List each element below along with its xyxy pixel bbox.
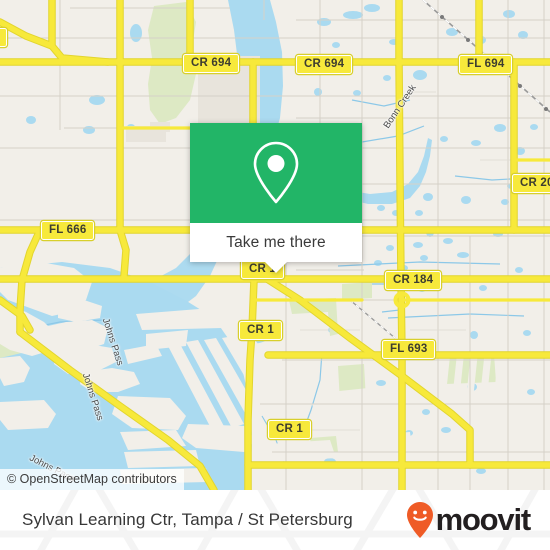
road-shield[interactable]: 4 xyxy=(0,28,7,47)
moovit-smile-pin-icon xyxy=(406,502,433,538)
take-me-there-label: Take me there xyxy=(226,233,326,251)
moovit-map-screenshot: 4 CR 694 CR 694 FL 694 CR 202 FL 666 CR … xyxy=(0,0,550,550)
osm-attribution[interactable]: © OpenStreetMap contributors xyxy=(0,469,184,490)
footer-bar: Sylvan Learning Ctr, Tampa / St Petersbu… xyxy=(0,490,550,550)
road-shield[interactable]: CR 184 xyxy=(385,271,442,290)
callout-tail xyxy=(265,262,287,273)
road-shield[interactable]: FL 694 xyxy=(459,55,513,74)
map-canvas[interactable]: 4 CR 694 CR 694 FL 694 CR 202 FL 666 CR … xyxy=(0,0,550,490)
location-title: Sylvan Learning Ctr, Tampa / St Petersbu… xyxy=(22,510,353,529)
road-shield[interactable]: CR 694 xyxy=(183,54,240,73)
moovit-wordmark: moovit xyxy=(435,502,532,537)
road-shield[interactable]: CR 1 xyxy=(268,420,312,439)
road-shield[interactable]: CR 694 xyxy=(296,55,353,74)
map-pin-icon xyxy=(253,141,299,204)
road-shield[interactable]: CR 1 xyxy=(239,321,283,340)
take-me-there-callout[interactable]: Take me there xyxy=(190,123,362,273)
road-shield[interactable]: FL 666 xyxy=(41,221,95,240)
callout-pin-panel xyxy=(190,123,362,223)
road-shield[interactable]: FL 693 xyxy=(382,340,436,359)
moovit-logo[interactable]: moovit xyxy=(405,501,532,539)
road-shield[interactable]: CR 202 xyxy=(512,174,550,193)
callout-action-bar[interactable]: Take me there xyxy=(190,223,362,273)
